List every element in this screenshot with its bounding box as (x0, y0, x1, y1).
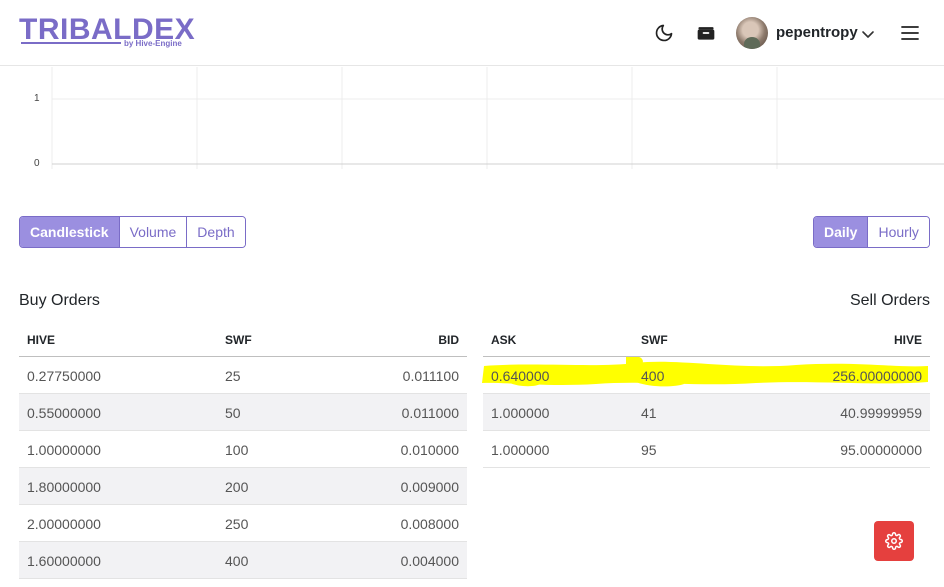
table-row[interactable]: 0.55000000 50 0.011000 (19, 394, 467, 431)
ask-cell: 1.000000 (491, 405, 550, 421)
price-chart: 1 0 (0, 67, 944, 177)
hive-cell: 1.00000000 (27, 442, 101, 458)
period-toggle: Daily Hourly (813, 216, 930, 248)
bid-cell: 0.011100 (402, 368, 459, 384)
table-row[interactable]: 0.640000 400 256.00000000 (483, 357, 930, 394)
column-header-bid: BID (438, 333, 459, 347)
swf-cell: 400 (641, 368, 665, 384)
buy-orders-table: HIVE SWF BID 0.27750000 25 0.011100 0.55… (19, 320, 467, 579)
bid-cell: 0.010000 (400, 442, 459, 458)
table-row[interactable]: 0.27750000 25 0.011100 (19, 357, 467, 394)
swf-cell: 250 (225, 516, 249, 532)
chart-type-toggle: Candlestick Volume Depth (19, 216, 246, 248)
bid-cell: 0.004000 (400, 553, 459, 569)
column-header-ask: ASK (491, 333, 517, 347)
hive-cell: 95.00000000 (840, 442, 922, 458)
swf-cell: 41 (641, 405, 657, 421)
buy-orders-title: Buy Orders (19, 292, 100, 309)
moon-icon[interactable] (653, 22, 675, 44)
username-label[interactable]: pepentropy (776, 24, 858, 42)
gear-icon (885, 532, 903, 550)
tribaldex-logo[interactable]: TRIBALDEX by Hive-Engine (19, 13, 195, 53)
hive-cell: 0.55000000 (27, 405, 101, 421)
swf-cell: 100 (225, 442, 249, 458)
table-row[interactable]: 1.000000 41 40.99999959 (483, 394, 930, 431)
y-tick-label: 0 (34, 158, 40, 169)
table-header: ASK SWF HIVE (483, 320, 930, 357)
ask-cell: 1.000000 (491, 442, 550, 458)
y-tick-label: 1 (34, 93, 40, 104)
table-row[interactable]: 1.60000000 400 0.004000 (19, 542, 467, 579)
hive-cell: 40.99999959 (840, 405, 922, 421)
table-row[interactable]: 1.000000 95 95.00000000 (483, 431, 930, 468)
swf-cell: 95 (641, 442, 657, 458)
column-header-hive: HIVE (893, 333, 922, 347)
column-header-hive: HIVE (27, 333, 56, 347)
sell-orders-title: Sell Orders (849, 292, 930, 309)
chevron-down-icon[interactable] (860, 26, 876, 42)
logo-underline (21, 42, 121, 44)
bid-cell: 0.009000 (400, 479, 459, 495)
logo-subtitle: by Hive-Engine (124, 39, 182, 48)
bid-cell: 0.008000 (400, 516, 459, 532)
hive-cell: 0.27750000 (27, 368, 101, 384)
candlestick-button[interactable]: Candlestick (20, 217, 120, 247)
column-header-swf: SWF (225, 333, 252, 347)
table-header: HIVE SWF BID (19, 320, 467, 357)
daily-button[interactable]: Daily (814, 217, 869, 247)
ask-cell: 0.640000 (491, 368, 550, 384)
table-row[interactable]: 1.80000000 200 0.009000 (19, 468, 467, 505)
hive-cell: 1.60000000 (27, 553, 101, 569)
hive-cell: 256.00000000 (832, 368, 922, 384)
chart-grid (51, 67, 944, 169)
bid-cell: 0.011000 (401, 405, 459, 421)
hamburger-icon[interactable] (900, 23, 920, 43)
sell-orders-table: ASK SWF HIVE 0.640000 400 256.00000000 1… (483, 320, 930, 468)
top-navbar: TRIBALDEX by Hive-Engine pepentropy (0, 0, 944, 66)
volume-button[interactable]: Volume (119, 217, 188, 247)
swf-cell: 400 (225, 553, 249, 569)
hive-cell: 1.80000000 (27, 479, 101, 495)
settings-button[interactable] (874, 521, 914, 561)
table-row[interactable]: 1.00000000 100 0.010000 (19, 431, 467, 468)
swf-cell: 50 (225, 405, 241, 421)
hive-cell: 2.00000000 (27, 516, 101, 532)
hourly-button[interactable]: Hourly (868, 217, 929, 247)
table-row[interactable]: 2.00000000 250 0.008000 (19, 505, 467, 542)
column-header-swf: SWF (641, 333, 668, 347)
user-avatar[interactable] (736, 17, 768, 49)
swf-cell: 25 (225, 368, 241, 384)
swf-cell: 200 (225, 479, 249, 495)
wallet-icon[interactable] (695, 22, 717, 44)
depth-button[interactable]: Depth (187, 217, 245, 247)
